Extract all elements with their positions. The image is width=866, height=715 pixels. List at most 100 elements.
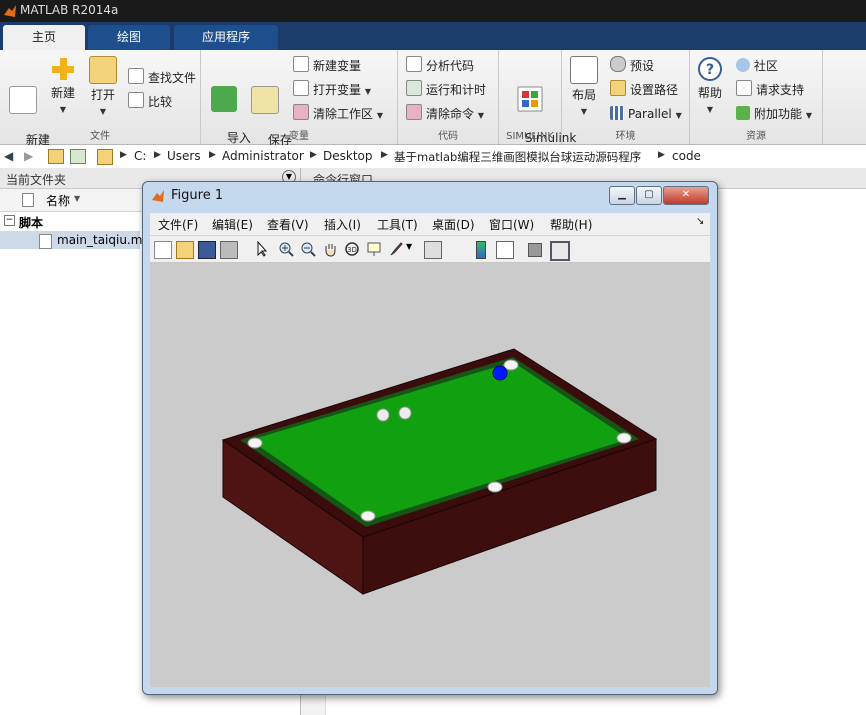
breadcrumb-administrator[interactable]: Administrator (222, 149, 304, 163)
import-icon (211, 86, 237, 112)
menubar-dock-icon[interactable]: ↘ (696, 216, 704, 227)
minimize-button[interactable]: ▁ (609, 186, 635, 205)
pocket (616, 432, 632, 444)
help-icon: ? (698, 57, 722, 81)
colorbar-icon[interactable] (476, 241, 486, 259)
open-variable-button[interactable]: 打开变量 ▼ (293, 80, 371, 100)
group-label: 脚本 (19, 216, 44, 230)
menu-view[interactable]: 查看(V) (267, 216, 309, 233)
menu-insert[interactable]: 插入(I) (324, 216, 361, 233)
back-icon[interactable]: ◀ (4, 149, 13, 163)
link-plot-icon[interactable] (424, 241, 442, 259)
run-and-time-button[interactable]: 运行和计时 (406, 80, 486, 100)
file-name: main_taiqiu.m (57, 233, 143, 247)
menu-edit[interactable]: 编辑(E) (212, 216, 253, 233)
pocket (360, 510, 376, 522)
new-script-icon (9, 86, 37, 114)
clear-commands-button[interactable]: 清除命令 ▼ (406, 104, 484, 124)
analyze-code-button[interactable]: 分析代码 (406, 56, 474, 76)
show-plot-tools-icon[interactable] (550, 241, 570, 261)
add-ons-icon (736, 106, 750, 120)
menu-tools[interactable]: 工具(T) (377, 216, 418, 233)
new-figure-icon[interactable] (154, 241, 172, 259)
path-separator-icon: ▶ (310, 150, 317, 160)
menu-help[interactable]: 帮助(H) (550, 216, 592, 233)
run-time-label: 运行和计时 (426, 83, 487, 97)
clear-workspace-button[interactable]: 清除工作区 ▼ (293, 104, 383, 124)
zoom-in-icon[interactable] (278, 241, 294, 257)
menu-file[interactable]: 文件(F) (158, 216, 198, 233)
compare-button[interactable]: 比较 (128, 92, 172, 112)
new-button[interactable]: 新建 ▼ (43, 56, 83, 117)
figure-title: Figure 1 (171, 188, 224, 203)
menu-desktop[interactable]: 桌面(D) (432, 216, 475, 233)
browse-folder-icon[interactable] (70, 149, 86, 164)
breadcrumb-users[interactable]: Users (167, 149, 201, 163)
help-button[interactable]: ? 帮助 ▼ (690, 56, 730, 117)
ribbon-tabbar: 主页 绘图 应用程序 (0, 22, 866, 50)
print-icon[interactable] (220, 241, 238, 259)
new-label: 新建 (50, 86, 75, 100)
menu-window[interactable]: 窗口(W) (489, 216, 534, 233)
pan-hand-icon[interactable] (322, 241, 338, 257)
sort-down-icon[interactable]: ▼ (74, 194, 80, 203)
community-icon (736, 58, 750, 72)
add-ons-button[interactable]: 附加功能 ▼ (736, 104, 812, 124)
variable-section: 导入 数据 保存 工作区 新建变量 打开变量 ▼ 清除工作区 ▼ 变量 (201, 50, 398, 162)
tab-apps[interactable]: 应用程序 (174, 25, 278, 50)
brush-icon[interactable] (388, 241, 404, 257)
analyze-label: 分析代码 (426, 59, 475, 73)
new-variable-button[interactable]: 新建变量 (293, 56, 361, 76)
open-variable-icon (293, 80, 309, 96)
layout-label: 布局 (571, 88, 596, 102)
new-variable-label: 新建变量 (313, 59, 362, 73)
tab-plots[interactable]: 绘图 (88, 25, 170, 50)
add-ons-label: 附加功能 (754, 107, 803, 121)
close-button[interactable]: ✕ (663, 186, 709, 205)
matlab-logo-icon (4, 5, 16, 17)
zoom-out-icon[interactable] (300, 241, 316, 257)
request-support-button[interactable]: 请求支持 (736, 80, 804, 100)
breadcrumb-c[interactable]: C: (134, 149, 146, 163)
breadcrumb-desktop[interactable]: Desktop (323, 149, 373, 163)
pointer-icon[interactable] (254, 241, 270, 257)
tab-home[interactable]: 主页 (3, 25, 85, 50)
hide-plot-tools-icon[interactable] (528, 243, 542, 257)
community-button[interactable]: 社区 (736, 56, 778, 76)
forward-icon[interactable]: ▶ (24, 149, 33, 163)
address-bar: ◀ ▶ ▶ C: ▶ Users ▶ Administrator ▶ Deskt… (0, 145, 866, 169)
maximize-button[interactable]: ▢ (636, 186, 662, 205)
figure-titlebar[interactable]: Figure 1 ▁ ▢ ✕ (143, 182, 717, 210)
environment-section: 布局 ▼ 预设 设置路径 Parallel ▼ 环境 (562, 50, 690, 144)
breadcrumb-code[interactable]: code (672, 149, 701, 163)
ball (398, 406, 412, 420)
list-item[interactable]: main_taiqiu.m (0, 231, 143, 249)
figure-window: Figure 1 ▁ ▢ ✕ 文件(F) 编辑(E) 查看(V) 插入(I) 工… (142, 181, 718, 695)
help-label: 帮助 (697, 86, 722, 100)
breadcrumb-project[interactable]: 基于matlab编程三维画图模拟台球运动源码程序 (394, 149, 641, 165)
preferences-button[interactable]: 预设 (610, 56, 654, 76)
parallel-button[interactable]: Parallel ▼ (610, 104, 682, 124)
save-workspace-icon (251, 86, 279, 114)
variable-section-label: 变量 (289, 131, 309, 142)
open-file-icon[interactable] (176, 241, 194, 259)
collapse-icon[interactable]: − (4, 215, 15, 226)
clear-workspace-label: 清除工作区 (313, 107, 374, 121)
find-files-button[interactable]: 查找文件 (128, 68, 196, 88)
open-button[interactable]: 打开 ▼ (83, 56, 123, 119)
rotate-3d-icon[interactable]: 3D (344, 241, 360, 257)
save-icon[interactable] (198, 241, 216, 259)
column-name-header[interactable]: 名称 (46, 192, 70, 209)
code-section: 分析代码 运行和计时 清除命令 ▼ 代码 (398, 50, 499, 144)
figure-axes[interactable] (150, 263, 710, 687)
legend-icon[interactable] (496, 241, 514, 259)
billiard-table-3d[interactable] (150, 263, 710, 687)
brush-dropdown-icon[interactable]: ▼ (406, 242, 412, 251)
up-folder-icon[interactable] (48, 149, 64, 164)
layout-button[interactable]: 布局 ▼ (564, 56, 604, 119)
clear-commands-label: 清除命令 (426, 107, 475, 121)
data-cursor-icon[interactable] (366, 241, 382, 257)
set-path-button[interactable]: 设置路径 (610, 80, 678, 100)
new-variable-icon (293, 56, 309, 72)
set-path-label: 设置路径 (630, 83, 679, 97)
